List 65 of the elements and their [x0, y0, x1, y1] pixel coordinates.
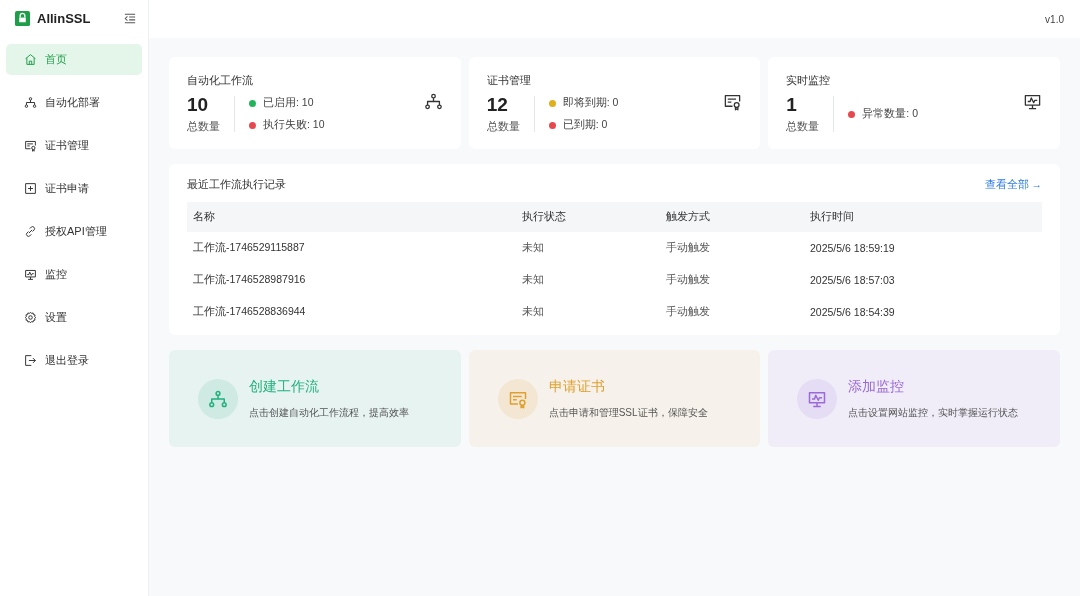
monitor-icon	[1023, 92, 1042, 111]
stat-caption: 总数量	[786, 120, 820, 134]
link-icon	[24, 225, 37, 238]
sidebar-item[interactable]: 自动化部署	[6, 87, 142, 118]
table-cell-text: 手动触发	[665, 304, 711, 319]
version-label: v1.0	[1045, 13, 1064, 25]
sidebar-item[interactable]: 监控	[6, 259, 142, 290]
monitor-icon	[797, 378, 838, 419]
column-header: 触发方式	[660, 202, 804, 232]
table-cell-text: 手动触发	[665, 272, 711, 287]
stat-detail: 异常数量: 0	[862, 107, 919, 121]
stat-title: 自动化工作流	[187, 74, 254, 88]
sidebar-item[interactable]: 证书申请	[6, 173, 142, 204]
stat-caption: 总数量	[187, 120, 220, 134]
table-cell-text: 2025/5/6 18:57:03	[809, 273, 896, 288]
workflow-icon	[24, 96, 37, 109]
stat-caption: 总数量	[486, 120, 520, 134]
stat-detail: 已启用: 10	[263, 96, 314, 110]
quick-action-card[interactable]: 添加监控 点击设置网站监控，实时掌握运行状态	[768, 350, 1060, 447]
action-description: 点击申请和管理SSL证书，保障安全	[548, 405, 708, 420]
table-cell: 工作流-1746529115887	[187, 232, 516, 264]
table-cell-text: 工作流-1746528836944	[192, 304, 307, 319]
column-header: 执行时间	[804, 202, 1042, 232]
table-cell: 手动触发	[660, 232, 804, 264]
action-title: 创建工作流	[249, 377, 320, 396]
sidebar-item[interactable]: 证书管理	[6, 130, 142, 161]
table-cell-text: 工作流-1746528987916	[192, 272, 307, 287]
table-cell: 未知	[516, 232, 660, 264]
menu-collapse-icon[interactable]	[124, 12, 136, 24]
stat-detail: 已到期: 0	[562, 118, 608, 132]
table-cell: 2025/5/6 18:59:19	[804, 232, 1042, 264]
table-cell-text: 2025/5/6 18:54:39	[809, 305, 896, 320]
action-description: 点击设置网站监控，实时掌握运行状态	[848, 405, 1019, 420]
stat-value: 10	[187, 94, 210, 116]
action-description: 点击创建自动化工作流程，提高效率	[249, 405, 409, 420]
settings-icon	[24, 311, 37, 324]
stat-value: 1	[786, 94, 798, 116]
stat-value: 12	[486, 94, 509, 116]
column-header: 执行状态	[516, 202, 660, 232]
table-cell-text: 未知	[521, 304, 545, 319]
stat-title: 证书管理	[486, 74, 532, 88]
action-title: 添加监控	[848, 377, 906, 396]
sidebar-item[interactable]: 授权API管理	[6, 216, 142, 247]
workflow-icon	[423, 92, 443, 111]
certificate-icon	[723, 92, 743, 111]
lock-logo-icon	[15, 10, 30, 26]
view-all-link[interactable]: 查看全部 →	[984, 178, 1042, 192]
certificate-icon	[24, 139, 37, 152]
quick-action-card[interactable]: 申请证书 点击申请和管理SSL证书，保障安全	[468, 350, 761, 447]
stat-detail: 即将到期: 0	[562, 96, 619, 110]
home-icon	[24, 53, 37, 66]
sidebar-item[interactable]: 退出登录	[6, 345, 142, 376]
column-header: 名称	[187, 202, 516, 232]
table-cell-text: 未知	[521, 272, 545, 287]
app-name: AllinSSL	[37, 10, 92, 26]
stat-detail: 执行失败: 10	[263, 118, 325, 132]
sidebar-item[interactable]: 设置	[6, 302, 142, 333]
monitor-icon	[24, 268, 37, 281]
stat-title: 实时监控	[786, 74, 832, 88]
logout-icon	[24, 354, 37, 367]
action-title: 申请证书	[548, 377, 606, 396]
certificate-icon	[497, 378, 538, 419]
workflow-icon	[198, 378, 238, 419]
quick-action-card[interactable]: 创建工作流 点击创建自动化工作流程，提高效率	[169, 350, 461, 447]
section-title: 最近工作流执行记录	[187, 178, 286, 192]
